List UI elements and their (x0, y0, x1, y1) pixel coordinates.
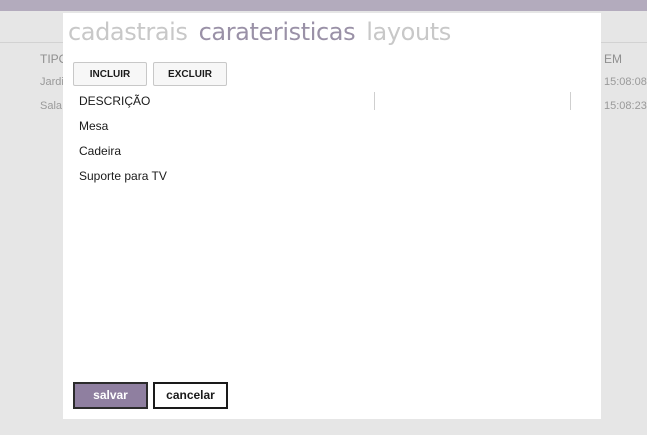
column-resize-handle[interactable] (570, 92, 571, 110)
tab-layouts[interactable]: layouts (366, 18, 451, 46)
cancelar-button[interactable]: cancelar (153, 382, 228, 409)
grid-row[interactable]: Suporte para TV (73, 164, 591, 189)
grid-body: Mesa Cadeira Suporte para TV (73, 114, 591, 189)
column-resize-handle[interactable] (374, 92, 375, 110)
salvar-button[interactable]: salvar (73, 382, 148, 409)
window-top-strip (0, 0, 647, 11)
background-row-time: 15:08:08 (604, 76, 647, 88)
background-column-em: EM (604, 52, 622, 66)
modal-dialog: cadastrais carateristicas layouts INCLUI… (63, 13, 601, 419)
column-header-descricao[interactable]: DESCRIÇÃO (79, 94, 150, 108)
caracteristicas-grid: DESCRIÇÃO Mesa Cadeira Suporte para TV (73, 92, 591, 183)
tab-cadastrais[interactable]: cadastrais (68, 18, 188, 46)
grid-row[interactable]: Cadeira (73, 139, 591, 164)
tab-bar: cadastrais carateristicas layouts (68, 18, 457, 46)
background-row-tipo: Sala (40, 100, 63, 112)
background-row-tipo: Jardi (40, 76, 64, 88)
tab-carateristicas[interactable]: carateristicas (199, 18, 356, 46)
excluir-button[interactable]: EXCLUIR (153, 62, 227, 86)
grid-row[interactable]: Mesa (73, 114, 591, 139)
grid-header: DESCRIÇÃO (73, 92, 591, 112)
incluir-button[interactable]: INCLUIR (73, 62, 147, 86)
background-row-time: 15:08:23 (604, 100, 647, 112)
